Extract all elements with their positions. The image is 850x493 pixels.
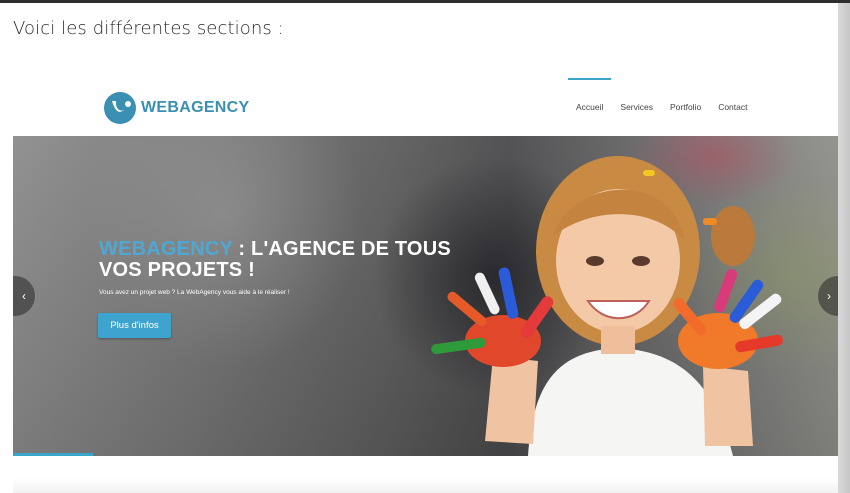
- hero-title-rest: : L'AGENCE DE TOUS: [232, 238, 451, 260]
- hero-subtitle: Vous avez un projet web ? La WebAgency v…: [99, 289, 290, 296]
- site-logo[interactable]: WEBAGENCY: [103, 91, 249, 125]
- scrollbar-track[interactable]: [838, 3, 850, 493]
- hero-title-brand: WEBAGENCY: [99, 238, 233, 260]
- logo-text: WEBAGENCY: [141, 99, 250, 116]
- nav-item-services[interactable]: Services: [620, 102, 653, 112]
- hero-title: WEBAGENCY : L'AGENCE DE TOUS VOS PROJETS…: [99, 239, 451, 281]
- window-top-border: [0, 0, 850, 3]
- intro-text: Voici les différentes sections :: [13, 18, 284, 39]
- slider-progress-bar: [13, 453, 93, 456]
- nav-item-portfolio[interactable]: Portfolio: [670, 102, 701, 112]
- nav-item-contact[interactable]: Contact: [718, 102, 747, 112]
- next-section-edge: [13, 478, 838, 493]
- main-nav: Accueil Services Portfolio Contact: [567, 78, 764, 112]
- hero-title-line2: VOS PROJETS !: [99, 259, 255, 281]
- chevron-left-icon: ‹: [22, 289, 26, 303]
- hero-slider: WEBAGENCY : L'AGENCE DE TOUS VOS PROJETS…: [13, 136, 838, 456]
- child-painted-hands-photo: [431, 156, 783, 456]
- chevron-right-icon: ›: [827, 289, 831, 303]
- more-info-button[interactable]: Plus d'infos: [98, 313, 171, 338]
- nav-item-accueil[interactable]: Accueil: [567, 78, 612, 112]
- swirl-logo-icon: [104, 92, 136, 124]
